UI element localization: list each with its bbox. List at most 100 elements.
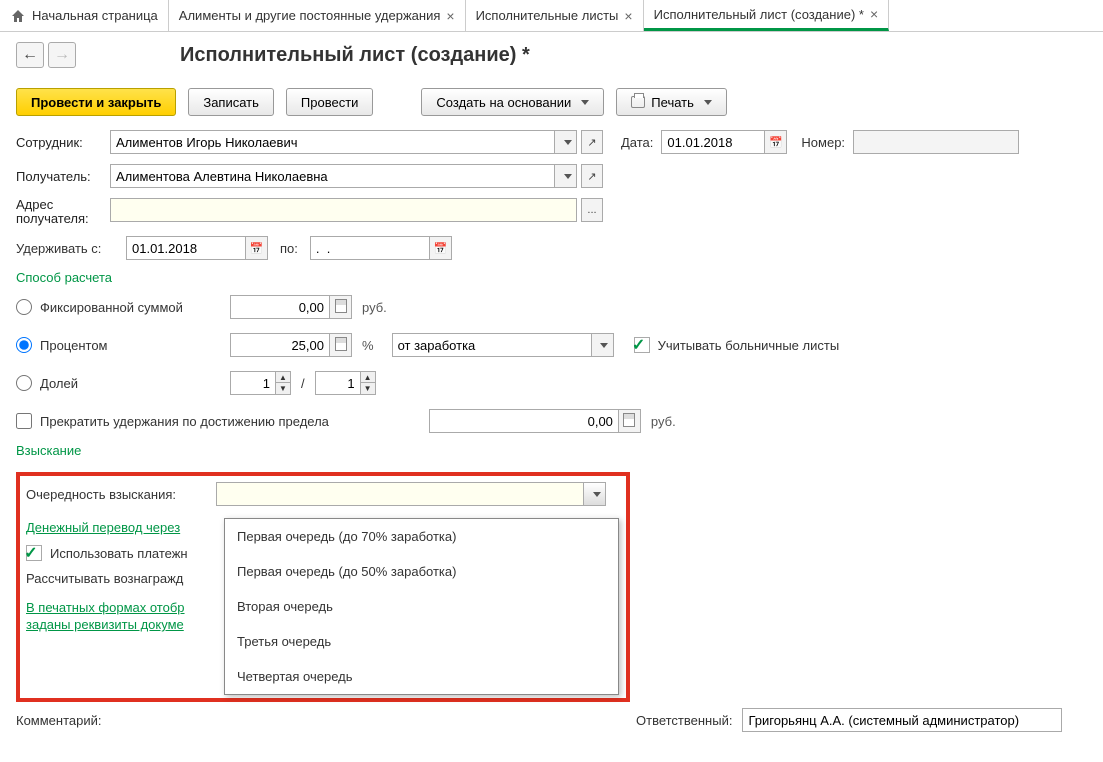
dropdown-button[interactable] xyxy=(555,164,577,188)
priority-input[interactable] xyxy=(216,482,584,506)
dropdown-button[interactable] xyxy=(592,333,614,357)
tab-home[interactable]: Начальная страница xyxy=(0,0,169,31)
calc-button[interactable] xyxy=(330,295,352,319)
close-icon[interactable]: × xyxy=(446,8,454,24)
nav-back-button[interactable]: ← xyxy=(16,42,44,68)
stop-limit-label: Прекратить удержания по достижению преде… xyxy=(40,414,329,429)
fixed-label: Фиксированной суммой xyxy=(40,300,230,315)
tab-home-label: Начальная страница xyxy=(32,8,158,23)
employee-input[interactable] xyxy=(110,130,555,154)
button-bar: Провести и закрыть Записать Провести Соз… xyxy=(0,72,1103,130)
home-icon xyxy=(10,8,26,24)
fraction-num-input[interactable] xyxy=(230,371,276,395)
open-icon xyxy=(587,170,596,183)
stop-limit-checkbox[interactable] xyxy=(16,413,32,429)
tab-alimony[interactable]: Алименты и другие постоянные удержания × xyxy=(169,0,466,31)
to-label: по: xyxy=(280,241,298,256)
use-payment-agent-checkbox[interactable]: ✓ xyxy=(26,545,42,561)
calc-method-heading: Способ расчета xyxy=(16,270,1087,285)
earnings-base-select[interactable] xyxy=(392,333,592,357)
fixed-sum-input[interactable] xyxy=(230,295,330,319)
collection-heading: Взыскание xyxy=(16,443,1087,458)
form: Сотрудник: Дата: Номер: Получатель: Адре… xyxy=(0,130,1103,762)
priority-option-2[interactable]: Первая очередь (до 50% заработка) xyxy=(225,554,618,589)
calendar-button[interactable] xyxy=(430,236,452,260)
chevron-down-icon xyxy=(593,492,601,497)
addr-more-button[interactable]: ... xyxy=(581,198,603,222)
recipient-input[interactable] xyxy=(110,164,555,188)
number-input[interactable] xyxy=(853,130,1019,154)
rub-unit: руб. xyxy=(651,414,676,429)
calendar-icon xyxy=(769,136,783,149)
tab-exec-list-create[interactable]: Исполнительный лист (создание) * × xyxy=(644,0,890,31)
chevron-down-icon xyxy=(564,174,572,179)
priority-dropdown-button[interactable] xyxy=(584,482,606,506)
fraction-den-input[interactable] xyxy=(315,371,361,395)
chevron-down-icon xyxy=(564,140,572,145)
print-button[interactable]: Печать xyxy=(616,88,727,116)
post-button[interactable]: Провести xyxy=(286,88,374,116)
close-icon[interactable]: × xyxy=(870,6,878,22)
percent-radio[interactable] xyxy=(16,337,32,353)
chevron-down-icon xyxy=(600,343,608,348)
employee-label: Сотрудник: xyxy=(16,135,110,150)
calendar-button[interactable] xyxy=(246,236,268,260)
post-and-close-button[interactable]: Провести и закрыть xyxy=(16,88,176,116)
check-icon: ✓ xyxy=(632,335,645,355)
tab-bar: Начальная страница Алименты и другие пос… xyxy=(0,0,1103,32)
to-date-input[interactable] xyxy=(310,236,430,260)
comment-label: Комментарий: xyxy=(16,713,126,728)
chevron-down-icon xyxy=(581,100,589,105)
calendar-button[interactable] xyxy=(765,130,787,154)
stepper[interactable]: ▲▼ xyxy=(276,371,291,395)
fixed-radio[interactable] xyxy=(16,299,32,315)
open-ref-button[interactable] xyxy=(581,130,603,154)
priority-option-3[interactable]: Вторая очередь xyxy=(225,589,618,624)
tab-label: Исполнительные листы xyxy=(476,8,619,23)
percent-label: Процентом xyxy=(40,338,230,353)
close-icon[interactable]: × xyxy=(624,8,632,24)
rub-unit: руб. xyxy=(362,300,387,315)
percent-input[interactable] xyxy=(230,333,330,357)
tab-label: Алименты и другие постоянные удержания xyxy=(179,8,441,23)
slash: / xyxy=(301,376,305,391)
calculator-icon xyxy=(335,299,347,316)
printer-icon xyxy=(631,96,645,108)
responsible-label: Ответственный: xyxy=(636,713,732,728)
number-label: Номер: xyxy=(801,135,845,150)
create-based-button[interactable]: Создать на основании xyxy=(421,88,604,116)
dropdown-button[interactable] xyxy=(555,130,577,154)
limit-input[interactable] xyxy=(429,409,619,433)
nav-forward-button[interactable]: → xyxy=(48,42,76,68)
from-date-input[interactable] xyxy=(126,236,246,260)
priority-option-1[interactable]: Первая очередь (до 70% заработка) xyxy=(225,519,618,554)
print-label: Печать xyxy=(651,95,694,110)
fraction-radio[interactable] xyxy=(16,375,32,391)
chevron-down-icon xyxy=(704,100,712,105)
include-sick-label: Учитывать больничные листы xyxy=(658,338,840,353)
addr-input[interactable] xyxy=(110,198,577,222)
calculator-icon xyxy=(335,337,347,354)
save-button[interactable]: Записать xyxy=(188,88,274,116)
tab-exec-lists[interactable]: Исполнительные листы × xyxy=(466,0,644,31)
use-payment-agent-label: Использовать платежн xyxy=(50,546,188,561)
priority-label: Очередность взыскания: xyxy=(26,487,216,502)
calendar-icon xyxy=(434,242,448,255)
open-ref-button[interactable] xyxy=(581,164,603,188)
print-forms-link[interactable]: В печатных формах отобр xyxy=(26,600,185,615)
include-sick-checkbox[interactable]: ✓ xyxy=(634,337,650,353)
calc-button[interactable] xyxy=(619,409,641,433)
calc-button[interactable] xyxy=(330,333,352,357)
page-title: Исполнительный лист (создание) * xyxy=(180,44,530,67)
priority-highlight: Очередность взыскания: Денежный перевод … xyxy=(16,472,630,702)
open-icon xyxy=(587,136,596,149)
priority-dropdown-list: Первая очередь (до 70% заработка) Первая… xyxy=(224,518,619,695)
print-forms-link2[interactable]: заданы реквизиты докуме xyxy=(26,617,184,632)
check-icon: ✓ xyxy=(24,543,37,563)
priority-option-4[interactable]: Третья очередь xyxy=(225,624,618,659)
priority-option-5[interactable]: Четвертая очередь xyxy=(225,659,618,694)
responsible-input[interactable] xyxy=(742,708,1062,732)
date-input[interactable] xyxy=(661,130,765,154)
stepper[interactable]: ▲▼ xyxy=(361,371,376,395)
title-row: ← → Исполнительный лист (создание) * xyxy=(0,32,1103,72)
